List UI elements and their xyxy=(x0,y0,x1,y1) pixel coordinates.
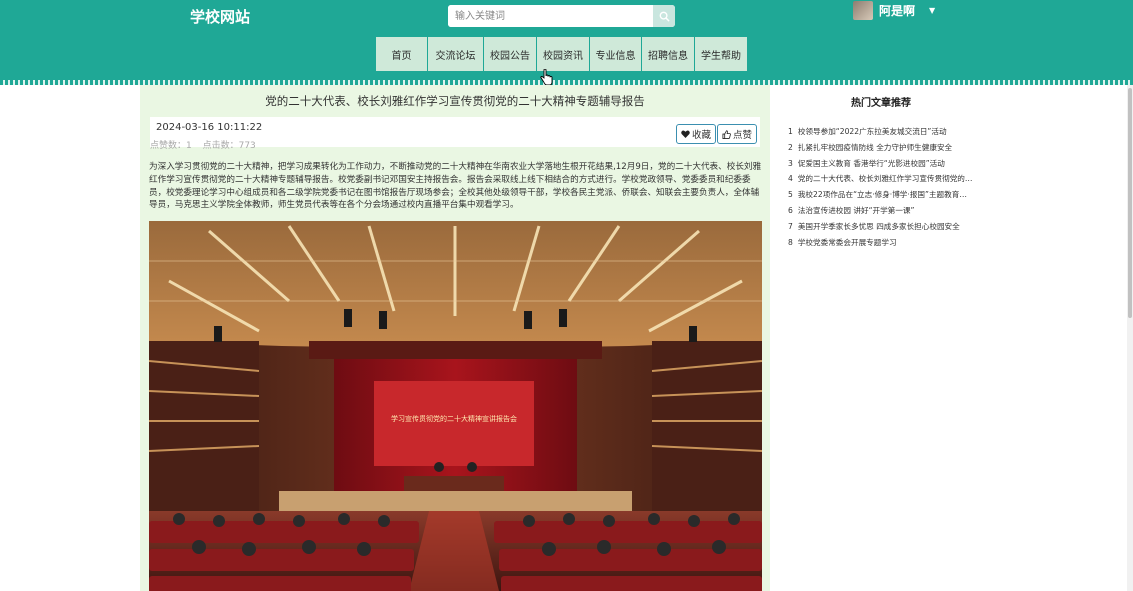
scrollbar-thumb[interactable] xyxy=(1128,88,1132,318)
list-item[interactable]: 4党的二十大代表、校长刘雅红作学习宣传贯彻党的二十大精神专题辅导报告 xyxy=(788,173,974,189)
list-item[interactable]: 7 美国开学季家长多忧思 四成多家长担心校园安全 xyxy=(788,221,974,237)
nav-announcements[interactable]: 校园公告 xyxy=(484,37,536,71)
search-button[interactable] xyxy=(653,5,675,27)
user-menu[interactable]: 阿是啊 ▼ xyxy=(853,0,935,20)
list-item[interactable]: 8 学校党委常委会开展专题学习 xyxy=(788,237,974,253)
banner-text: 学习宣传贯彻党的二十大精神宣讲报告会 xyxy=(391,414,517,423)
thumbs-up-icon xyxy=(722,129,731,139)
list-item[interactable]: 5我校22项作品在“立志·修身·博学·报国”主题教育活动中获奖 xyxy=(788,189,974,205)
hot-articles-list: 1 校领导参加“2022广东拉美友城交流日”活动 2 扎紧扎牢校园疫情防线 全力守护… xyxy=(788,126,974,252)
nav-help[interactable]: 学生帮助 xyxy=(695,37,747,71)
favorite-label: 收藏 xyxy=(691,130,711,141)
list-item[interactable]: 2 扎紧扎牢校园疫情防线 全力守护师生健康安全 xyxy=(788,142,974,158)
avatar[interactable] xyxy=(853,0,873,20)
search-input[interactable] xyxy=(448,5,653,27)
nav-jobs[interactable]: 招聘信息 xyxy=(642,37,694,71)
article-stats: 点赞数：1 点击数：773 xyxy=(150,138,264,151)
clicks-count: 点击数：773 xyxy=(202,141,256,151)
search-box xyxy=(448,5,675,27)
list-item[interactable]: 6 法治宣传进校园 讲好“开学第一课” xyxy=(788,205,974,221)
nav-forum[interactable]: 交流论坛 xyxy=(428,37,483,71)
caret-down-icon: ▼ xyxy=(929,5,936,15)
main-nav: 首页 交流论坛 校园公告 校园资讯 专业信息 招聘信息 学生帮助 xyxy=(376,37,747,71)
article-title: 党的二十大代表、校长刘雅红作学习宣传贯彻党的二十大精神专题辅导报告 xyxy=(265,94,645,108)
article-body: 为深入学习贯彻党的二十大精神，把学习成果转化为工作动力，不断推动党的二十大精神在… xyxy=(149,162,762,211)
likes-count: 点赞数：1 xyxy=(150,141,192,151)
site-logo[interactable]: 学校网站 xyxy=(190,6,250,27)
search-icon xyxy=(659,11,670,22)
heart-icon xyxy=(681,130,690,138)
hot-articles-title: 热门文章推荐 xyxy=(851,98,911,109)
hot-articles-panel: 热门文章推荐 1 校领导参加“2022广东拉美友城交流日”活动 2 扎紧扎牢校园疫情… xyxy=(779,85,983,261)
watermark: CSDN @kybs1991 xyxy=(952,560,1124,582)
auditorium-image: 学习宣传贯彻党的二十大精神宣讲报告会 xyxy=(149,221,762,591)
like-label: 点赞 xyxy=(732,130,752,141)
article-date: 2024-03-16 10:11:22 xyxy=(156,122,263,133)
nav-home[interactable]: 首页 xyxy=(376,37,427,71)
nav-news[interactable]: 校园资讯 xyxy=(537,37,589,71)
list-item[interactable]: 1 校领导参加“2022广东拉美友城交流日”活动 xyxy=(788,126,974,142)
list-item[interactable]: 3 促爱国主义教育 香港举行“光影进校园”活动 xyxy=(788,158,974,174)
favorite-button[interactable]: 收藏 xyxy=(676,124,716,144)
user-name: 阿是啊 xyxy=(879,3,916,18)
article-meta: 2024-03-16 10:11:22 点赞数：1 点击数：773 收藏 点赞 xyxy=(150,117,760,151)
hand-cursor-icon xyxy=(540,69,553,86)
nav-majors[interactable]: 专业信息 xyxy=(590,37,641,71)
article-photo: 学习宣传贯彻党的二十大精神宣讲报告会 xyxy=(149,221,762,591)
article-panel: 党的二十大代表、校长刘雅红作学习宣传贯彻党的二十大精神专题辅导报告 2024-0… xyxy=(140,85,770,591)
like-button[interactable]: 点赞 xyxy=(717,124,757,144)
